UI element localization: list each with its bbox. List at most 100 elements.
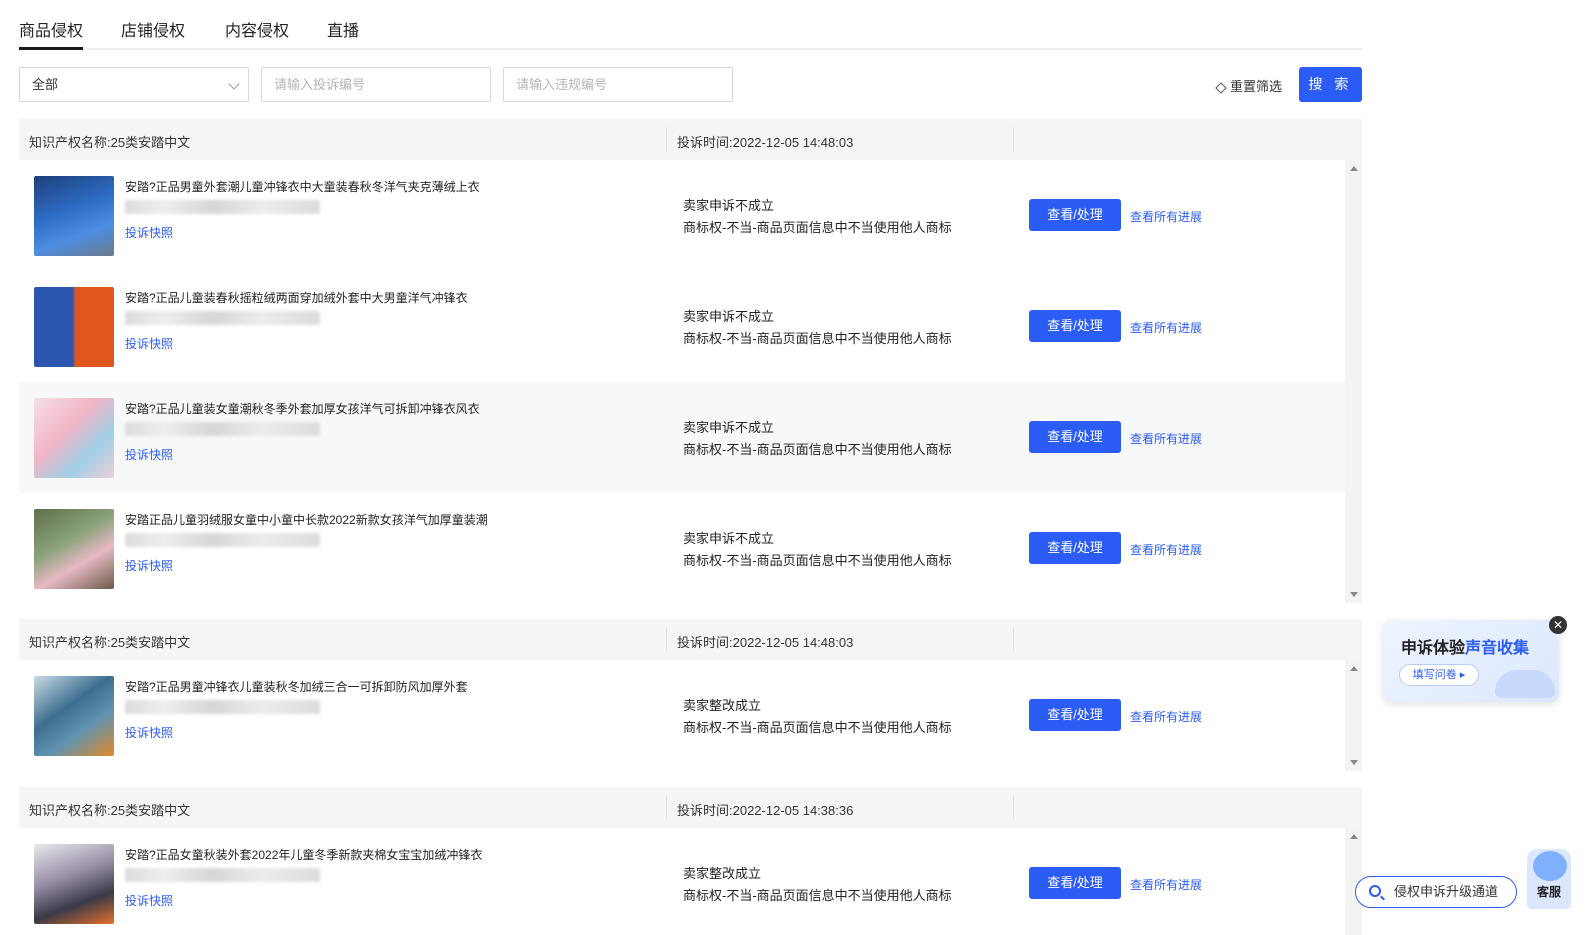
status-select[interactable]: 全部: [19, 67, 249, 102]
view-all-progress-link[interactable]: 查看所有进展: [1130, 876, 1202, 893]
robot-icon: [1533, 851, 1567, 881]
product-title: 安踏?正品儿童装春秋摇粒绒两面穿加绒外套中大男童洋气冲锋衣: [125, 291, 468, 305]
search-button[interactable]: 搜 索: [1299, 67, 1362, 102]
status-text: 卖家整改成立: [683, 866, 762, 881]
reset-filter-label: 重置筛选: [1230, 79, 1283, 94]
status-text: 卖家申诉不成立: [683, 420, 775, 435]
redacted-text: [125, 200, 320, 214]
fill-survey-button[interactable]: 填写问卷 ▸: [1399, 664, 1479, 686]
view-handle-button[interactable]: 查看/处理: [1029, 421, 1121, 453]
survey-decoration: [1495, 670, 1555, 698]
customer-service-button[interactable]: 客服: [1527, 849, 1571, 909]
status-text: 卖家申诉不成立: [683, 198, 775, 213]
divider: [666, 795, 667, 820]
divider: [1013, 127, 1014, 152]
close-icon[interactable]: ✕: [1549, 616, 1567, 634]
view-all-progress-link[interactable]: 查看所有进展: [1130, 708, 1202, 725]
chevron-down-icon: [228, 78, 240, 90]
divider: [666, 627, 667, 652]
view-handle-button[interactable]: 查看/处理: [1029, 867, 1121, 899]
view-all-progress-link[interactable]: 查看所有进展: [1130, 430, 1202, 447]
view-handle-button[interactable]: 查看/处理: [1029, 310, 1121, 342]
snapshot-link[interactable]: 投诉快照: [125, 724, 173, 741]
snapshot-link[interactable]: 投诉快照: [125, 892, 173, 909]
scroll-down-arrow-icon[interactable]: [1350, 592, 1358, 597]
status-text: 卖家申诉不成立: [683, 531, 775, 546]
view-all-progress-link[interactable]: 查看所有进展: [1130, 208, 1202, 225]
tab-live[interactable]: 直播: [327, 17, 359, 41]
scroll-up-arrow-icon[interactable]: [1350, 166, 1358, 171]
snapshot-link[interactable]: 投诉快照: [125, 557, 173, 574]
reason-text: 商标权-不当-商品页面信息中不当使用他人商标: [683, 442, 952, 457]
product-thumbnail: [34, 287, 114, 367]
tab-content-infringement[interactable]: 内容侵权: [225, 17, 289, 41]
scrollbar[interactable]: [1345, 160, 1362, 603]
redacted-text: [125, 422, 320, 436]
scrollbar[interactable]: [1345, 660, 1362, 771]
product-title: 安踏?正品男童冲锋衣儿童装秋冬加绒三合一可拆卸防风加厚外套: [125, 680, 468, 694]
view-handle-button[interactable]: 查看/处理: [1029, 199, 1121, 231]
redacted-text: [125, 533, 320, 547]
product-title: 安踏?正品男童外套潮儿童冲锋衣中大童装春秋冬洋气夹克薄绒上衣: [125, 180, 480, 194]
product-thumbnail: [34, 844, 114, 924]
product-thumbnail: [34, 398, 114, 478]
reason-text: 商标权-不当-商品页面信息中不当使用他人商标: [683, 331, 952, 346]
product-title: 安踏?正品女童秋装外套2022年儿童冬季新款夹棉女宝宝加绒冲锋衣: [125, 848, 483, 862]
redacted-text: [125, 868, 320, 882]
product-thumbnail: [34, 176, 114, 256]
scroll-up-arrow-icon[interactable]: [1350, 666, 1358, 671]
complaint-time: 投诉时间:2022-12-05 14:38:36: [677, 803, 854, 818]
divider: [666, 127, 667, 152]
complaint-time: 投诉时间:2022-12-05 14:48:03: [677, 635, 854, 650]
view-handle-button[interactable]: 查看/处理: [1029, 699, 1121, 731]
survey-title: 申诉体验声音收集: [1401, 634, 1529, 658]
product-thumbnail: [34, 509, 114, 589]
divider: [1013, 627, 1014, 652]
table-row: 安踏?正品儿童装春秋摇粒绒两面穿加绒外套中大男童洋气冲锋衣 投诉快照 卖家申诉不…: [19, 271, 1345, 382]
product-title: 安踏?正品儿童装女童潮秋冬季外套加厚女孩洋气可拆卸冲锋衣风衣: [125, 402, 480, 416]
table-row: 安踏?正品男童外套潮儿童冲锋衣中大童装春秋冬洋气夹克薄绒上衣 投诉快照 卖家申诉…: [19, 160, 1345, 271]
search-icon: [1369, 885, 1381, 897]
redacted-text: [125, 700, 320, 714]
table-row: 安踏?正品男童冲锋衣儿童装秋冬加绒三合一可拆卸防风加厚外套 投诉快照 卖家整改成…: [19, 660, 1345, 771]
snapshot-link[interactable]: 投诉快照: [125, 224, 173, 241]
complaint-number-input[interactable]: [261, 67, 491, 102]
tab-bar: 商品侵权 店铺侵权 内容侵权 直播: [19, 0, 1362, 50]
group-header: 知识产权名称:25类安踏中文 投诉时间:2022-12-05 14:48:03: [19, 119, 1362, 160]
reset-filter-button[interactable]: 重置筛选: [1215, 76, 1283, 95]
ip-name: 知识产权名称:25类安踏中文: [29, 635, 191, 650]
view-all-progress-link[interactable]: 查看所有进展: [1130, 541, 1202, 558]
table-row: 安踏?正品儿童装女童潮秋冬季外套加厚女孩洋气可拆卸冲锋衣风衣 投诉快照 卖家申诉…: [19, 382, 1345, 493]
violation-number-input[interactable]: [503, 67, 733, 102]
survey-title-main: 申诉体验: [1401, 640, 1466, 657]
upgrade-channel-label: 侵权申诉升级通道: [1394, 884, 1499, 899]
customer-service-label: 客服: [1536, 885, 1561, 899]
tab-store-infringement[interactable]: 店铺侵权: [121, 17, 185, 41]
redacted-text: [125, 311, 320, 325]
reason-text: 商标权-不当-商品页面信息中不当使用他人商标: [683, 720, 952, 735]
view-handle-button[interactable]: 查看/处理: [1029, 532, 1121, 564]
snapshot-link[interactable]: 投诉快照: [125, 446, 173, 463]
group-header: 知识产权名称:25类安踏中文 投诉时间:2022-12-05 14:38:36: [19, 787, 1362, 828]
eraser-icon: [1215, 82, 1227, 94]
reason-text: 商标权-不当-商品页面信息中不当使用他人商标: [683, 220, 952, 235]
complaint-time: 投诉时间:2022-12-05 14:48:03: [677, 135, 854, 150]
reason-text: 商标权-不当-商品页面信息中不当使用他人商标: [683, 888, 952, 903]
table-row: 安踏正品儿童羽绒服女童中小童中长款2022新款女孩洋气加厚童装潮 投诉快照 卖家…: [19, 493, 1345, 604]
scroll-up-arrow-icon[interactable]: [1350, 834, 1358, 839]
view-all-progress-link[interactable]: 查看所有进展: [1130, 319, 1202, 336]
survey-title-highlight: 声音收集: [1465, 640, 1530, 657]
status-select-value: 全部: [32, 77, 59, 92]
snapshot-link[interactable]: 投诉快照: [125, 335, 173, 352]
ip-name: 知识产权名称:25类安踏中文: [29, 803, 191, 818]
product-title: 安踏正品儿童羽绒服女童中小童中长款2022新款女孩洋气加厚童装潮: [125, 513, 488, 527]
group-header: 知识产权名称:25类安踏中文 投诉时间:2022-12-05 14:48:03: [19, 619, 1362, 660]
product-thumbnail: [34, 676, 114, 756]
divider: [1013, 795, 1014, 820]
scroll-down-arrow-icon[interactable]: [1350, 760, 1358, 765]
feedback-survey-card[interactable]: 申诉体验声音收集 填写问卷 ▸: [1383, 620, 1559, 702]
upgrade-channel-button[interactable]: 侵权申诉升级通道: [1355, 876, 1517, 908]
tab-product-infringement[interactable]: 商品侵权: [19, 17, 84, 50]
status-text: 卖家整改成立: [683, 698, 762, 713]
status-text: 卖家申诉不成立: [683, 309, 775, 324]
